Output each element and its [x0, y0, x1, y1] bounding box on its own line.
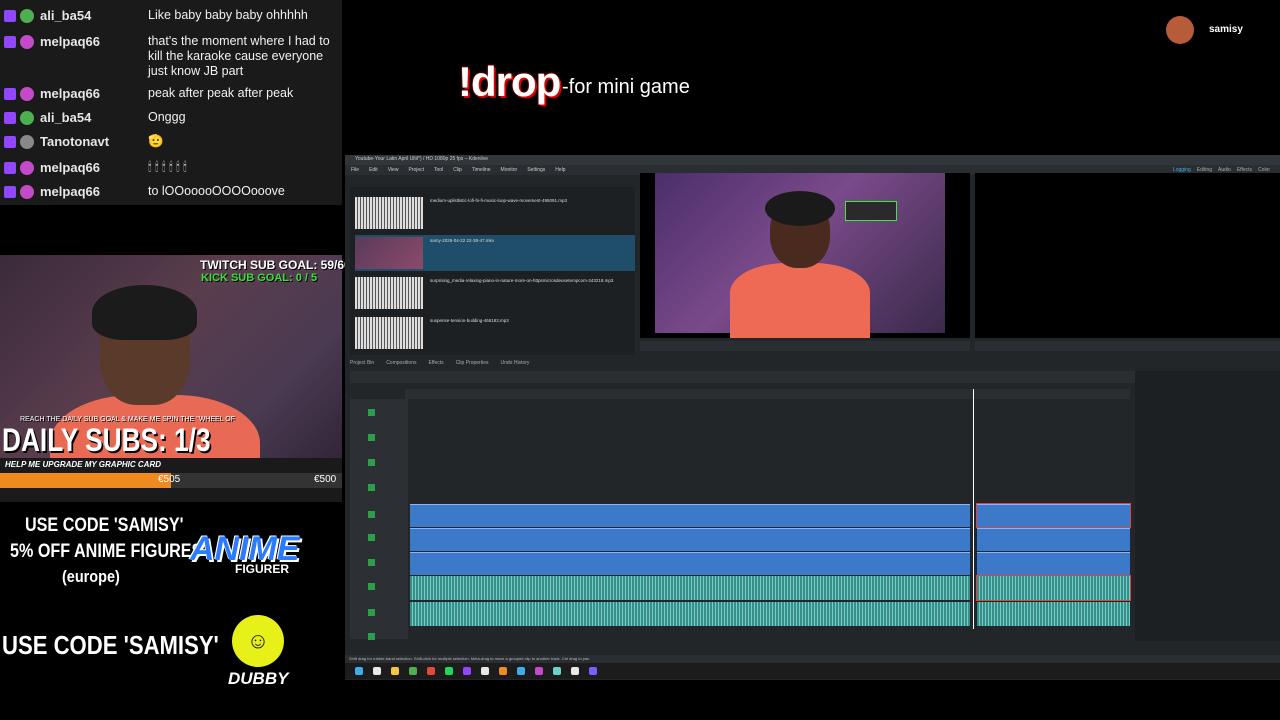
person-headphones	[92, 285, 197, 340]
taskbar-app-icon[interactable]	[481, 667, 489, 675]
taskbar-app-icon[interactable]	[355, 667, 363, 675]
dubby-logo: DUBBY	[228, 669, 289, 688]
chat-text: 🕯 🕯 🕯 🕯 🕯 🕯	[148, 160, 187, 174]
taskbar-app-icon[interactable]	[589, 667, 597, 675]
status-bar: Shift drag for rubber-band selection. Sh…	[345, 655, 1280, 663]
os-taskbar	[345, 663, 1280, 679]
chat-avatar	[20, 35, 34, 49]
taskbar-app-icon[interactable]	[535, 667, 543, 675]
drop-command: !drop	[458, 58, 561, 105]
chat-panel: ali_ba54 Like baby baby baby ohhhhh melpaq…	[0, 0, 342, 205]
chat-text: peak after peak after peak	[148, 86, 294, 100]
chat-message: melpaq66 to lOOooooOOOOooove	[0, 180, 342, 199]
chat-username[interactable]: Tanotonavt	[40, 130, 148, 149]
promo-code-dubby: USE CODE 'SAMISY'	[2, 630, 219, 660]
gpu-goal-label: HELP ME UPGRADE MY GRAPHIC CARD	[5, 460, 162, 469]
daily-subs-counter: DAILY SUBS: 1/3	[2, 422, 211, 458]
drop-description: -for mini game	[562, 76, 690, 98]
promo-discount-line: 5% OFF ANIME FIGURES	[10, 541, 203, 562]
video-clip[interactable]	[976, 503, 1131, 528]
chat-avatar	[20, 185, 34, 199]
chat-text: 🫡	[148, 134, 164, 148]
video-clip[interactable]	[410, 552, 970, 575]
gpu-goal-current: €505	[158, 474, 181, 485]
taskbar-app-icon[interactable]	[445, 667, 453, 675]
taskbar-app-icon[interactable]	[499, 667, 507, 675]
promo-code-line: USE CODE 'SAMISY'	[25, 515, 184, 536]
chat-message: ali_ba54 Onggg	[0, 106, 342, 125]
chat-username[interactable]: melpaq66	[40, 30, 148, 49]
chat-avatar	[20, 161, 34, 175]
chat-username[interactable]: melpaq66	[40, 180, 148, 199]
chat-message: melpaq66 peak after peak after peak	[0, 82, 342, 101]
twitch-badge-icon	[4, 136, 16, 148]
chat-text: that's the moment where I had to kill th…	[148, 34, 330, 78]
timeline-playhead[interactable]	[973, 389, 974, 629]
audio-clip[interactable]	[410, 602, 970, 626]
taskbar-app-icon[interactable]	[571, 667, 579, 675]
twitch-badge-icon	[4, 10, 16, 22]
twitch-sub-goal: TWITCH SUB GOAL: 59/60	[200, 258, 351, 272]
effects-stack-panel	[1135, 371, 1280, 641]
twitch-badge-icon	[4, 186, 16, 198]
chat-avatar	[20, 87, 34, 101]
chat-message: melpaq66 🕯 🕯 🕯 🕯 🕯 🕯	[0, 156, 342, 175]
twitch-badge-icon	[4, 36, 16, 48]
anime-figurer-sublogo: FIGURER	[235, 562, 289, 576]
chat-avatar	[20, 9, 34, 23]
taskbar-app-icon[interactable]	[553, 667, 561, 675]
streamer-avatar	[1166, 16, 1194, 44]
dubby-smiley-icon: ☺	[232, 615, 284, 667]
promo-region-line: (europe)	[62, 567, 120, 586]
audio-clip[interactable]	[410, 576, 970, 600]
chat-text: to lOOooooOOOOooove	[148, 184, 285, 198]
streamer-name: samisy	[1209, 24, 1243, 35]
twitch-badge-icon	[4, 88, 16, 100]
chat-text: Like baby baby baby ohhhhh	[148, 8, 308, 22]
video-clip[interactable]	[410, 504, 970, 527]
taskbar-app-icon[interactable]	[391, 667, 399, 675]
chat-username[interactable]: ali_ba54	[40, 4, 148, 23]
video-clip[interactable]	[977, 552, 1130, 575]
chat-message: ali_ba54 Like baby baby baby ohhhhh	[0, 4, 342, 23]
taskbar-app-icon[interactable]	[463, 667, 471, 675]
twitch-badge-icon	[4, 162, 16, 174]
chat-username[interactable]: ali_ba54	[40, 106, 148, 125]
video-clip[interactable]	[977, 528, 1130, 551]
chat-message: Tanotonavt 🫡	[0, 130, 342, 149]
kick-sub-goal: KICK SUB GOAL: 0 / 5	[201, 272, 318, 284]
chat-message: melpaq66 that's the moment where I had to…	[0, 30, 342, 79]
taskbar-app-icon[interactable]	[373, 667, 381, 675]
twitch-badge-icon	[4, 112, 16, 124]
gpu-goal-target: €500	[314, 474, 337, 485]
chat-avatar	[20, 111, 34, 125]
kdenlive-window: Youtube-Your Latin April Ultil*) / HD 10…	[345, 155, 1280, 680]
chat-text: Onggg	[148, 110, 186, 124]
gpu-goal-fill	[0, 473, 171, 488]
taskbar-app-icon[interactable]	[517, 667, 525, 675]
taskbar-app-icon[interactable]	[427, 667, 435, 675]
audio-clip[interactable]	[976, 575, 1131, 601]
video-clip[interactable]	[410, 528, 970, 551]
chat-username[interactable]: melpaq66	[40, 156, 148, 175]
taskbar-app-icon[interactable]	[409, 667, 417, 675]
chat-avatar	[20, 135, 34, 149]
chat-username[interactable]: melpaq66	[40, 82, 148, 101]
audio-clip[interactable]	[977, 602, 1130, 626]
